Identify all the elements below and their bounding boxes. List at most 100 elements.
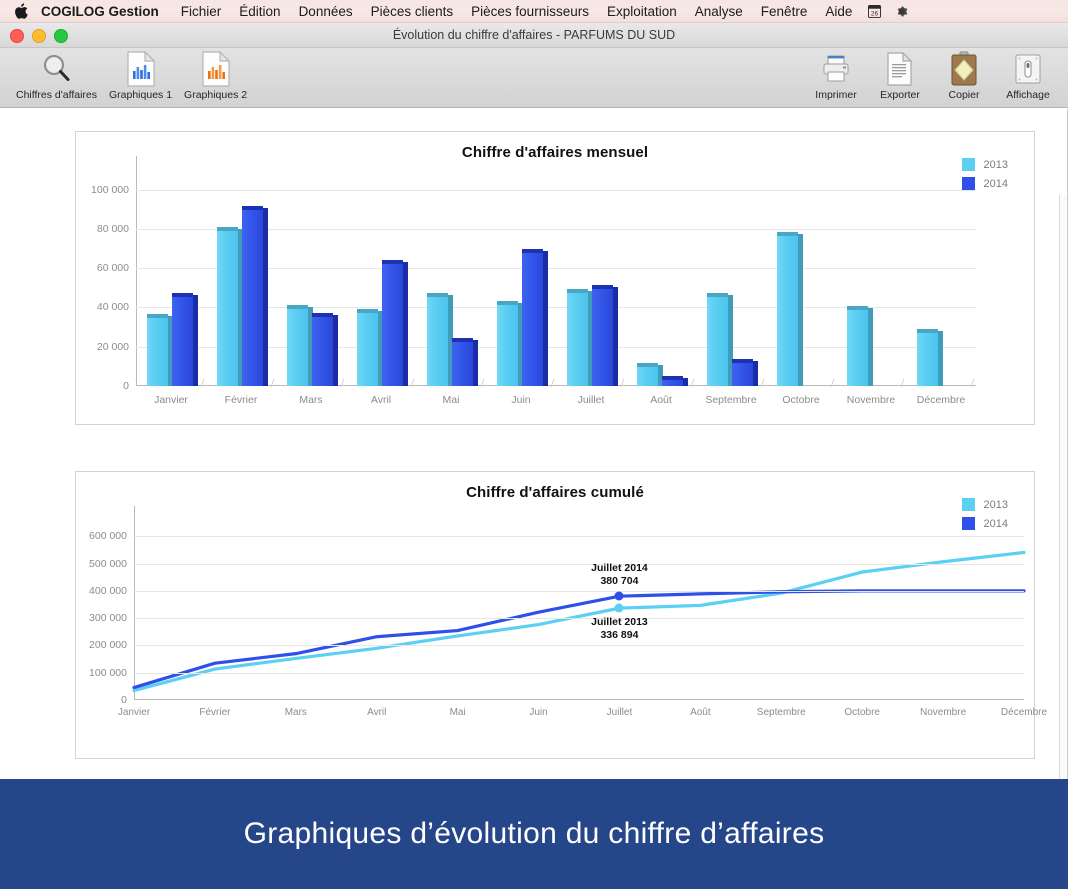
chart-title: Chiffre d'affaires mensuel [461,144,649,161]
toolbar-button-affichage[interactable]: Affichage [996,50,1060,101]
bar-2013-août [637,363,663,386]
x-axis-tick-label: Octobre [844,707,880,718]
toolbar-label: Graphiques 2 [184,89,248,101]
bar-2014-septembre [732,359,758,386]
bar-2014-mars [312,313,338,386]
toolbar-label: Copier [948,89,980,101]
bar-2013-octobre [777,231,803,386]
bar-2013-décembre [917,328,943,386]
toolbar-left-group: Chiffres d'affaires Graphiques 1 Graphiq… [10,50,253,101]
x-axis-tick-label: Juillet [606,707,633,718]
axis-separator [970,379,982,387]
apple-logo-icon[interactable] [0,3,39,19]
legend-item-2013: 2013 [961,498,1008,511]
menu-item-donnees[interactable]: Données [290,0,362,23]
y-axis-tick-label: 0 [123,380,129,392]
svg-text:26: 26 [871,10,879,17]
gear-icon[interactable] [888,5,915,18]
y-axis-tick-label: 500 000 [89,557,127,570]
legend-label: 2013 [983,498,1008,511]
menu-app-name[interactable]: COGILOG Gestion [39,0,172,23]
menu-item-aide[interactable]: Aide [816,0,861,23]
vertical-scrollbar[interactable] [1059,195,1067,865]
footer-caption: Graphiques d’évolution du chiffre d’affa… [243,817,825,850]
x-axis-tick-label: Octobre [782,394,820,406]
gridline [134,672,1024,674]
y-axis-tick-label: 200 000 [89,639,127,652]
line-series-2013 [132,550,1026,693]
chart-title: Chiffre d'affaires cumulé [466,484,644,501]
y-axis-tick-label: 100 000 [91,183,129,196]
y-axis-tick-label: 60 000 [96,262,129,275]
toolbar-button-copier[interactable]: Copier [932,50,996,101]
bar-2013-juin [497,300,523,386]
app-window: Évolution du chiffre d'affaires - PARFUM… [0,23,1068,865]
bar-2013-février [217,226,243,386]
bar-2013-mai [427,292,453,386]
x-axis-tick-label: Août [650,394,672,406]
content-area: Chiffre d'affaires mensuel 2013 2014 0 20… [0,109,1068,865]
annotation-label: Juillet 2013 [591,616,648,629]
gridline [134,645,1024,647]
toolbar-button-graphiques-1[interactable]: Graphiques 1 [103,50,178,101]
legend-label: 2014 [983,177,1008,190]
bar-plot-area: 0 20 000 40 000 60 000 80 000 100 000 Janvier F… [91,156,982,406]
toolbar-label: Exporter [880,89,920,101]
document-export-icon [885,50,915,88]
window-title: Évolution du chiffre d'affaires - PARFUM… [392,28,676,42]
x-axis-tick-label: Décembre [916,394,966,406]
x-axis-tick-label: Novembre [846,394,896,406]
annotation-2013: Juillet 2013 336 894 [591,616,648,642]
toolbar-label: Graphiques 1 [109,89,173,101]
legend-label: 2013 [983,158,1008,171]
display-switch-icon [1012,50,1044,88]
menu-item-pieces-fournisseurs[interactable]: Pièces fournisseurs [462,0,598,23]
bar-2013-avril [357,309,383,386]
menu-item-edition[interactable]: Édition [230,0,289,23]
annotation-value: 336 894 [600,629,639,642]
menu-item-exploitation[interactable]: Exploitation [598,0,686,23]
toolbar-right-group: Imprimer Exporter Copier Affichage [804,50,1060,101]
clipboard-icon [949,50,979,88]
bar-2013-septembre [707,292,733,386]
cumulative-revenue-chart: Chiffre d'affaires cumulé 2013 2014 0100… [75,471,1047,759]
x-axis-tick-label: Décembre [1000,707,1048,718]
y-axis-tick-label: 20 000 [96,340,129,353]
printer-icon [819,50,853,88]
footer-caption-bar: Graphiques d’évolution du chiffre d’affa… [0,779,1068,889]
x-axis-tick-label: Juin [511,394,531,406]
toolbar-button-exporter[interactable]: Exporter [868,50,932,101]
toolbar-button-chiffres-daffaires[interactable]: Chiffres d'affaires [10,50,103,101]
menu-item-analyse[interactable]: Analyse [686,0,752,23]
toolbar-button-imprimer[interactable]: Imprimer [804,50,868,101]
bar-2013-mars [287,305,313,386]
bar-2013-janvier [147,314,173,386]
bar-2014-août [662,376,688,386]
x-axis-tick-label: Avril [367,707,387,718]
y-axis-tick-label: 100 000 [89,666,127,679]
x-axis-tick-label: Janvier [117,707,151,718]
menu-item-fenetre[interactable]: Fenêtre [752,0,817,23]
bar-2013-novembre [847,306,873,386]
bar-2014-mai [452,337,478,386]
y-axis-tick-label: 40 000 [96,301,129,314]
menu-item-pieces-clients[interactable]: Pièces clients [362,0,463,23]
gridline [134,563,1024,565]
y-axis-tick-label: 400 000 [89,584,127,597]
y-axis-tick-label: 0 [121,694,127,706]
x-axis-tick-label: Mai [442,394,460,406]
x-axis-tick-label: Mars [299,394,323,406]
bar-2013-juillet [567,288,593,386]
x-axis-tick-label: Janvier [154,394,188,406]
bar-2014-janvier [172,292,198,386]
gridline [134,618,1024,620]
bar-2014-avril [382,260,408,386]
x-axis-tick-label: Mai [449,707,466,718]
toolbar-label: Affichage [1006,89,1050,101]
x-axis-tick-label: Mars [284,707,307,718]
toolbar-button-graphiques-2[interactable]: Graphiques 2 [178,50,253,101]
calendar-26-icon[interactable]: 26 [861,4,888,18]
x-axis-tick-label: Novembre [920,707,967,718]
magnifier-icon [40,50,74,88]
menu-item-fichier[interactable]: Fichier [172,0,231,23]
